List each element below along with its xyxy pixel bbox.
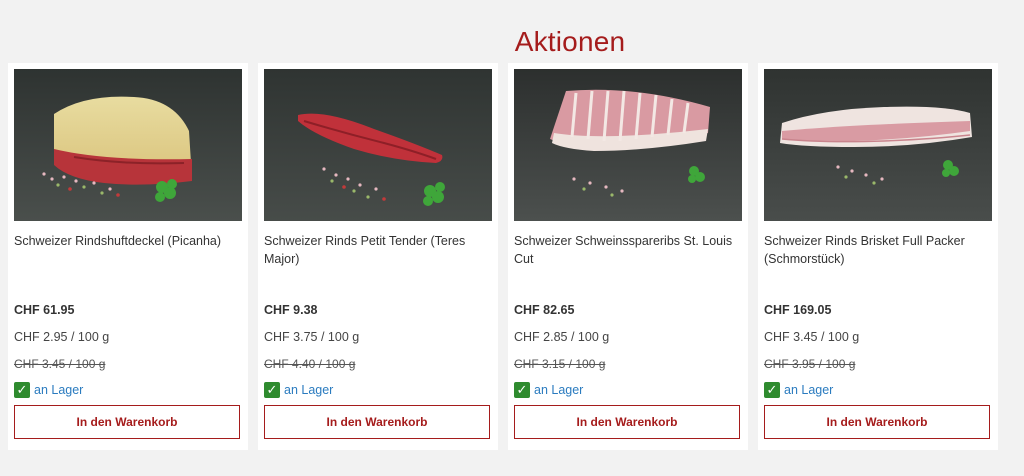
product-image-brisket[interactable] [764, 69, 992, 221]
product-card: Schweizer Rinds Brisket Full Packer (Sch… [758, 63, 998, 450]
product-image-picanha[interactable] [14, 69, 242, 221]
product-card: Schweizer Schweinsspareribs St. Louis Cu… [508, 63, 748, 450]
checkmark-icon: ✓ [264, 382, 280, 398]
add-to-cart-button[interactable]: In den Warenkorb [264, 405, 490, 439]
product-price: CHF 169.05 [764, 303, 832, 317]
product-unit-price: CHF 3.75 / 100 g [264, 330, 360, 344]
add-to-cart-button[interactable]: In den Warenkorb [514, 405, 740, 439]
add-to-cart-button[interactable]: In den Warenkorb [764, 405, 990, 439]
checkmark-icon: ✓ [764, 382, 780, 398]
product-price: CHF 61.95 [14, 303, 75, 317]
product-card: Schweizer Rindshuftdeckel (Picanha) CHF … [8, 63, 248, 450]
stock-label: an Lager [34, 383, 84, 397]
product-image-spareribs[interactable] [514, 69, 742, 221]
stock-label: an Lager [784, 383, 834, 397]
product-title[interactable]: Schweizer Rindshuftdeckel (Picanha) [14, 232, 242, 250]
checkmark-icon: ✓ [14, 382, 30, 398]
section-title: Aktionen [514, 26, 626, 57]
product-image-petit-tender[interactable] [264, 69, 492, 221]
product-old-unit-price: CHF 3.95 / 100 g [764, 357, 856, 371]
product-old-unit-price: CHF 3.45 / 100 g [14, 357, 106, 371]
stock-status: ✓ an Lager [14, 381, 83, 399]
product-title[interactable]: Schweizer Rinds Brisket Full Packer (Sch… [764, 232, 992, 268]
product-old-unit-price: CHF 4.40 / 100 g [264, 357, 356, 371]
stock-status: ✓ an Lager [764, 381, 833, 399]
product-title[interactable]: Schweizer Rinds Petit Tender (Teres Majo… [264, 232, 492, 268]
product-unit-price: CHF 2.95 / 100 g [14, 330, 110, 344]
product-unit-price: CHF 2.85 / 100 g [514, 330, 610, 344]
product-old-unit-price: CHF 3.15 / 100 g [514, 357, 606, 371]
stock-label: an Lager [534, 383, 584, 397]
product-price: CHF 82.65 [514, 303, 575, 317]
product-card: Schweizer Rinds Petit Tender (Teres Majo… [258, 63, 498, 450]
stock-label: an Lager [284, 383, 334, 397]
add-to-cart-button[interactable]: In den Warenkorb [14, 405, 240, 439]
stock-status: ✓ an Lager [514, 381, 583, 399]
product-price: CHF 9.38 [264, 303, 318, 317]
checkmark-icon: ✓ [514, 382, 530, 398]
product-title[interactable]: Schweizer Schweinsspareribs St. Louis Cu… [514, 232, 742, 268]
product-unit-price: CHF 3.45 / 100 g [764, 330, 860, 344]
stock-status: ✓ an Lager [264, 381, 333, 399]
